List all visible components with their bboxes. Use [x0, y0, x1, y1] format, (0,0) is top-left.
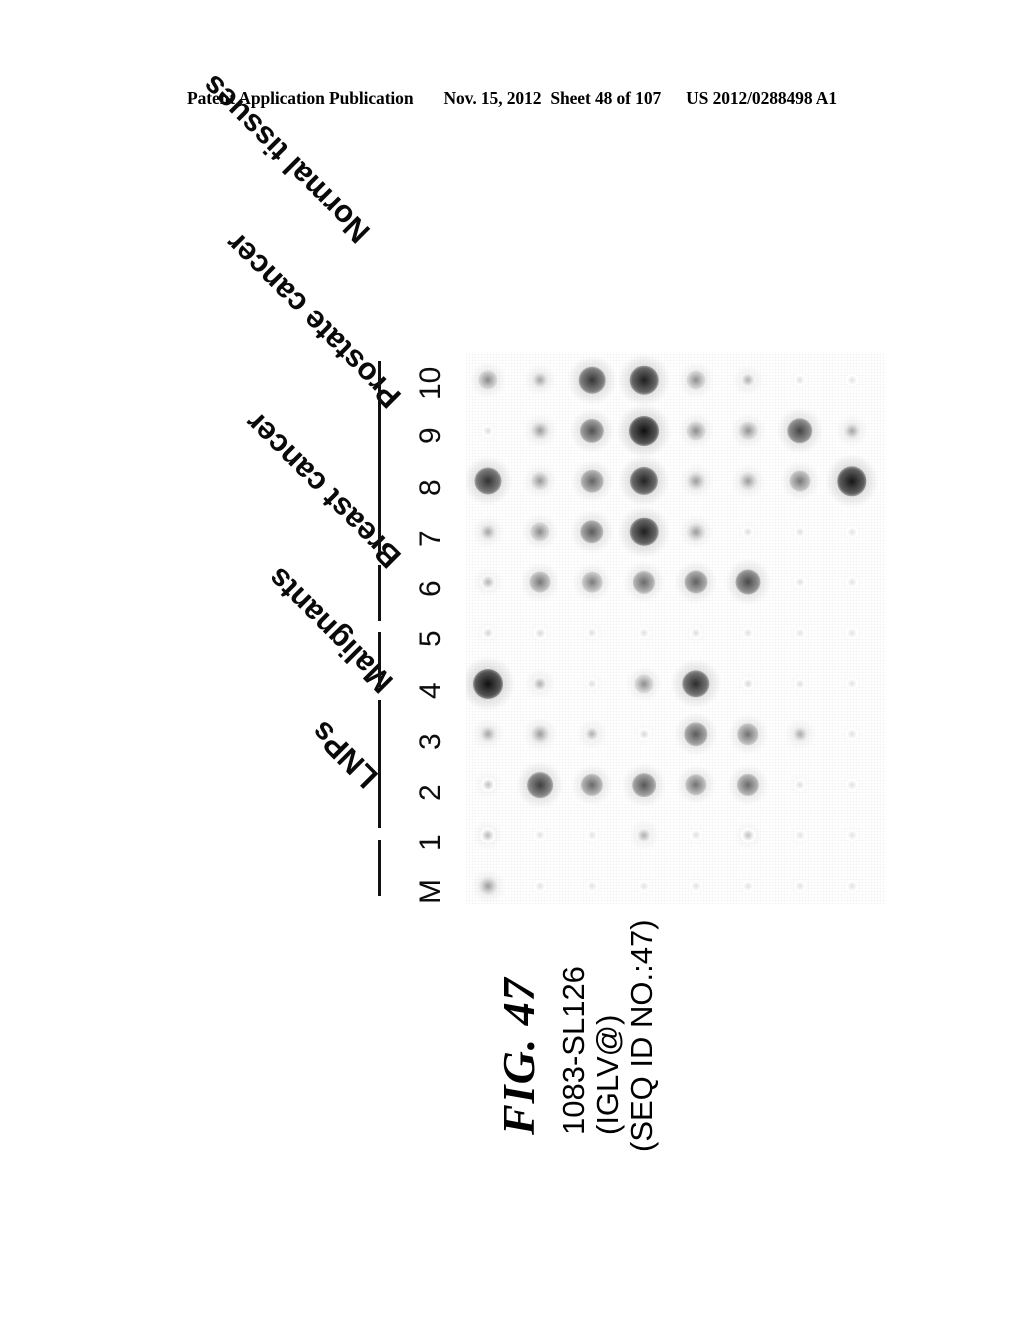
- group-label-normal-tissues: Normal tissues: [194, 68, 377, 251]
- blot-spot: [846, 576, 858, 589]
- blot-spot: [794, 880, 806, 892]
- blot-spot: [684, 570, 708, 594]
- caption-line-seqid: (SEQ ID NO.:47): [624, 919, 659, 1152]
- blot-spot: [791, 725, 809, 743]
- blot-spot: [794, 576, 806, 589]
- bracket-breast-cancer: [378, 632, 381, 687]
- dot-blot-panel: [466, 352, 886, 904]
- blot-spot: [629, 365, 659, 395]
- blot-spot: [586, 880, 598, 892]
- blot-spot: [846, 374, 858, 386]
- blot-spot: [794, 829, 806, 842]
- blot-spot: [687, 522, 705, 541]
- blot-spot: [527, 771, 553, 798]
- blot-spot: [638, 627, 650, 639]
- lane-label-5: 5: [414, 630, 447, 647]
- blot-spot: [690, 880, 702, 892]
- lane-label-M: M: [414, 879, 447, 904]
- blot-spot: [531, 421, 549, 440]
- blot-spot: [473, 668, 503, 699]
- blot-spot: [629, 415, 659, 446]
- blot-spot: [531, 371, 549, 389]
- lane-label-4: 4: [414, 682, 447, 699]
- blot-spot: [474, 467, 502, 495]
- blot-spot: [846, 525, 858, 538]
- blot-spot: [529, 571, 551, 593]
- bracket-prostate-cancer: [378, 565, 381, 621]
- lane-label-8: 8: [414, 479, 447, 496]
- blot-spot: [480, 777, 496, 793]
- blot-spot: [846, 829, 858, 842]
- blot-spot: [686, 421, 706, 441]
- blot-spot: [846, 880, 858, 892]
- bracket-malignants: [378, 700, 381, 828]
- blot-spot: [794, 374, 806, 386]
- lane-label-2: 2: [414, 784, 447, 801]
- blot-spot: [740, 828, 756, 843]
- blot-spot: [687, 472, 705, 491]
- blot-spot: [479, 877, 497, 895]
- blot-spot: [846, 728, 858, 741]
- blot-spot: [846, 627, 858, 639]
- lane-label-3: 3: [414, 733, 447, 750]
- blot-spot: [739, 472, 757, 491]
- blot-spot: [741, 677, 755, 690]
- blot-spot: [843, 422, 861, 440]
- blot-spot: [794, 627, 806, 639]
- blot-spot: [789, 470, 811, 492]
- caption-line-gene: (IGLV@): [590, 1014, 625, 1135]
- blot-spot: [479, 523, 497, 541]
- caption-line-probe: 1083-SL126: [556, 966, 591, 1135]
- blot-spot: [534, 880, 546, 892]
- figure-number-label: FIG. 47: [493, 977, 544, 1135]
- blot-spot: [690, 829, 702, 842]
- blot-spot: [846, 677, 858, 690]
- bracket-lnps: [378, 840, 381, 896]
- blot-spot: [686, 370, 706, 390]
- blot-spot: [580, 469, 604, 493]
- lane-label-9: 9: [414, 427, 447, 444]
- figure-47: Normal tissues Prostate cancer Breast ca…: [0, 0, 1024, 1320]
- blot-spot: [479, 725, 497, 743]
- group-label-breast-cancer: Breast cancer: [237, 405, 408, 575]
- blot-spot: [531, 725, 549, 744]
- blot-spot: [534, 829, 546, 842]
- blot-spot: [586, 829, 598, 842]
- blot-spot: [632, 772, 656, 797]
- blot-spot: [738, 421, 758, 440]
- lane-label-10: 10: [414, 366, 447, 400]
- blot-spot: [480, 574, 496, 591]
- blot-spot: [578, 366, 606, 394]
- blot-spot: [629, 517, 659, 547]
- blot-spot: [634, 674, 654, 694]
- blot-spot: [638, 880, 650, 892]
- blot-spot: [742, 880, 754, 892]
- lane-label-6: 6: [414, 580, 447, 597]
- blot-spot: [742, 627, 754, 639]
- bracket-normal-tissues: [378, 361, 381, 553]
- blot-spot: [581, 572, 603, 593]
- blot-spot: [533, 626, 547, 640]
- blot-spot: [846, 778, 858, 791]
- lane-label-7: 7: [414, 530, 447, 547]
- blot-spot: [637, 727, 651, 741]
- blot-spot: [794, 677, 806, 690]
- blot-spot: [794, 525, 806, 538]
- group-label-lnps: LNPs: [303, 714, 385, 795]
- lane-label-1: 1: [414, 834, 447, 851]
- blot-spot: [481, 626, 495, 640]
- blot-spot: [735, 569, 761, 595]
